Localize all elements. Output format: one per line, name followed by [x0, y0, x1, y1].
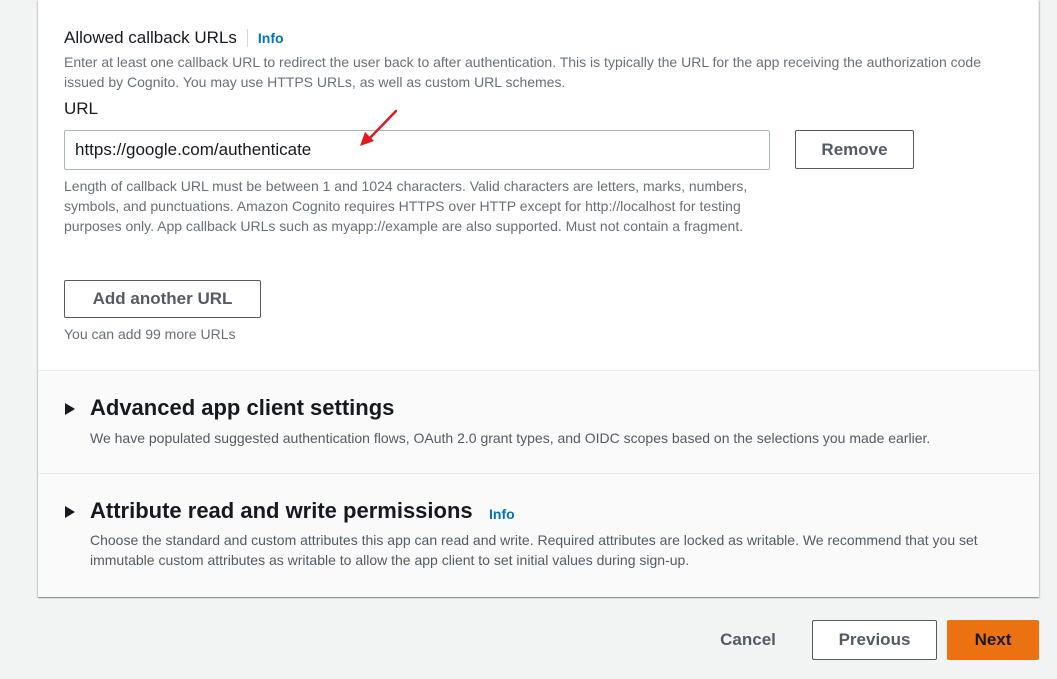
- next-button[interactable]: Next: [947, 620, 1039, 660]
- expand-caret-icon[interactable]: [65, 506, 75, 518]
- attribute-permissions-title[interactable]: Attribute read and write permissions: [90, 498, 473, 524]
- attribute-permissions-section[interactable]: Attribute read and write permissions Inf…: [38, 473, 1039, 597]
- advanced-settings-description: We have populated suggested authenticati…: [90, 430, 931, 446]
- remove-url-button[interactable]: Remove: [795, 130, 914, 169]
- callback-urls-label: Allowed callback URLs: [64, 28, 237, 47]
- callback-description: Enter at least one callback URL to redir…: [64, 54, 981, 90]
- url-field-label: URL: [64, 99, 99, 118]
- url-hint-text: Length of callback URL must be between 1…: [64, 178, 748, 234]
- attribute-permissions-description: Choose the standard and custom attribute…: [90, 532, 978, 568]
- app-client-panel: Allowed callback URLs Info Enter at leas…: [38, 0, 1039, 597]
- attribute-permissions-info-link[interactable]: Info: [489, 506, 515, 522]
- cancel-button[interactable]: Cancel: [704, 620, 792, 660]
- previous-button[interactable]: Previous: [812, 620, 937, 660]
- add-another-url-button[interactable]: Add another URL: [64, 280, 261, 318]
- expand-caret-icon[interactable]: [65, 403, 75, 415]
- annotation-arrow-icon: [360, 109, 398, 146]
- remaining-urls-text: You can add 99 more URLs: [64, 326, 236, 342]
- callback-label-row: Allowed callback URLs Info: [64, 28, 284, 48]
- callback-info-link[interactable]: Info: [258, 30, 284, 46]
- advanced-settings-section[interactable]: Advanced app client settings We have pop…: [38, 370, 1039, 473]
- label-separator: [246, 29, 248, 47]
- advanced-settings-title[interactable]: Advanced app client settings: [90, 395, 394, 421]
- callback-url-input[interactable]: [64, 130, 770, 170]
